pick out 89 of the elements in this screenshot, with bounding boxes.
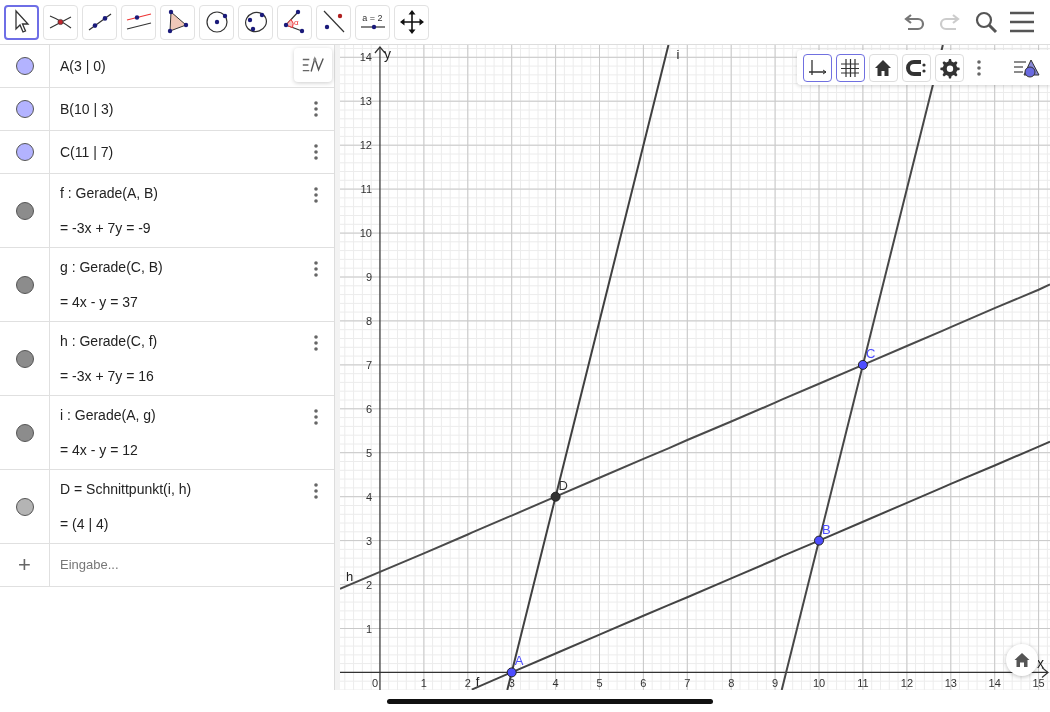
definition-text: h : Gerade(C, f) xyxy=(60,331,159,351)
tick-label: 3 xyxy=(508,677,515,690)
tick-label: 14 xyxy=(988,677,1001,690)
tick-label: 5 xyxy=(365,446,372,459)
definition-text: i : Gerade(A, g) xyxy=(60,405,157,425)
tick-label: 4 xyxy=(365,490,372,503)
kebab-icon xyxy=(977,59,981,76)
point[interactable] xyxy=(857,359,868,370)
style-bar-button[interactable] xyxy=(836,53,865,82)
slider-tool-button[interactable]: a = 2 xyxy=(355,4,390,40)
point-label: D xyxy=(558,477,568,493)
kebab-icon xyxy=(314,409,318,425)
axis-label: x xyxy=(1037,655,1044,672)
line-label: h xyxy=(346,568,354,584)
tick-label: 9 xyxy=(772,677,779,690)
tick-label: 6 xyxy=(365,402,372,415)
line[interactable] xyxy=(506,45,670,690)
add-icon: + xyxy=(18,554,31,576)
kebab-icon xyxy=(314,261,318,277)
tick-label: 9 xyxy=(365,271,372,283)
definition-text: A(3 | 0) xyxy=(60,56,107,76)
visibility-toggle[interactable] xyxy=(15,275,34,294)
tick-label: 6 xyxy=(640,677,647,690)
tick-label: 2 xyxy=(464,677,471,690)
tick-label: 13 xyxy=(359,95,372,108)
grid-icon xyxy=(839,56,862,79)
point-label: A xyxy=(514,653,524,669)
visibility-toggle[interactable] xyxy=(15,201,34,220)
definition-text: D = Schnittpunkt(i, h) xyxy=(60,479,193,499)
search-icon xyxy=(974,10,998,34)
settings-icon xyxy=(938,56,961,79)
tick-label: 10 xyxy=(359,227,372,240)
tick-label: 3 xyxy=(365,534,372,547)
definition-text: B(10 | 3) xyxy=(60,99,115,119)
tick-label: 13 xyxy=(944,677,957,690)
visibility-toggle[interactable] xyxy=(15,57,34,75)
tick-label: 7 xyxy=(684,677,691,690)
kebab-icon xyxy=(314,335,318,351)
line-label: i xyxy=(676,47,680,62)
value-text: = -3x + 7y = -9 xyxy=(60,218,152,238)
tick-label: 12 xyxy=(900,677,914,690)
tick-label: 7 xyxy=(365,358,372,371)
value-text: = (4 | 4) xyxy=(60,514,110,534)
kebab-icon xyxy=(314,101,318,117)
tick-label: 8 xyxy=(728,677,735,690)
menu-icon xyxy=(1009,10,1035,34)
line[interactable] xyxy=(470,440,1050,690)
input-field[interactable]: Eingabe... xyxy=(50,544,334,586)
definition-text: f : Gerade(A, B) xyxy=(60,183,160,203)
kebab-icon xyxy=(314,144,318,160)
value-text: = 4x - y = 37 xyxy=(60,292,139,312)
visibility-toggle[interactable] xyxy=(15,100,34,118)
visibility-toggle[interactable] xyxy=(15,497,34,516)
tick-label: 5 xyxy=(596,677,603,690)
point[interactable] xyxy=(814,535,824,546)
point-label: C xyxy=(865,345,876,361)
tick-label: 12 xyxy=(359,139,372,152)
home-button[interactable] xyxy=(1006,644,1038,676)
point[interactable] xyxy=(550,491,561,502)
line-label: f xyxy=(475,673,480,689)
tick-label: 11 xyxy=(857,677,869,690)
home-icon xyxy=(1013,651,1031,669)
visibility-toggle[interactable] xyxy=(15,423,34,442)
style-bar-button[interactable] xyxy=(803,53,832,82)
point-label: B xyxy=(822,521,831,537)
tool-button[interactable] xyxy=(4,4,39,40)
axis-label: y xyxy=(384,46,391,62)
tick-label: 11 xyxy=(360,183,372,196)
tick-label: 8 xyxy=(365,314,372,327)
algebra-style-button[interactable] xyxy=(294,48,332,82)
definition-text: C(11 | 7) xyxy=(60,142,115,162)
tick-label: 2 xyxy=(365,578,372,591)
visibility-toggle[interactable] xyxy=(15,349,34,368)
tick-label: 10 xyxy=(812,677,826,690)
tick-label: 15 xyxy=(1032,677,1045,690)
line[interactable] xyxy=(780,45,944,690)
definition-text: g : Gerade(C, B) xyxy=(60,257,164,277)
visibility-toggle[interactable] xyxy=(15,143,34,161)
tick-label: 1 xyxy=(420,677,427,690)
value-text: = 4x - y = 12 xyxy=(60,440,139,460)
slider-icon xyxy=(358,23,387,31)
value-text: = -3x + 7y = 16 xyxy=(60,366,155,386)
tick-label: 0 xyxy=(371,677,378,690)
tick-label: 1 xyxy=(365,622,372,635)
point[interactable] xyxy=(506,667,517,678)
tick-label: 4 xyxy=(552,677,559,690)
kebab-icon xyxy=(314,483,318,499)
tick-label: 14 xyxy=(359,51,372,64)
kebab-icon xyxy=(314,187,318,203)
